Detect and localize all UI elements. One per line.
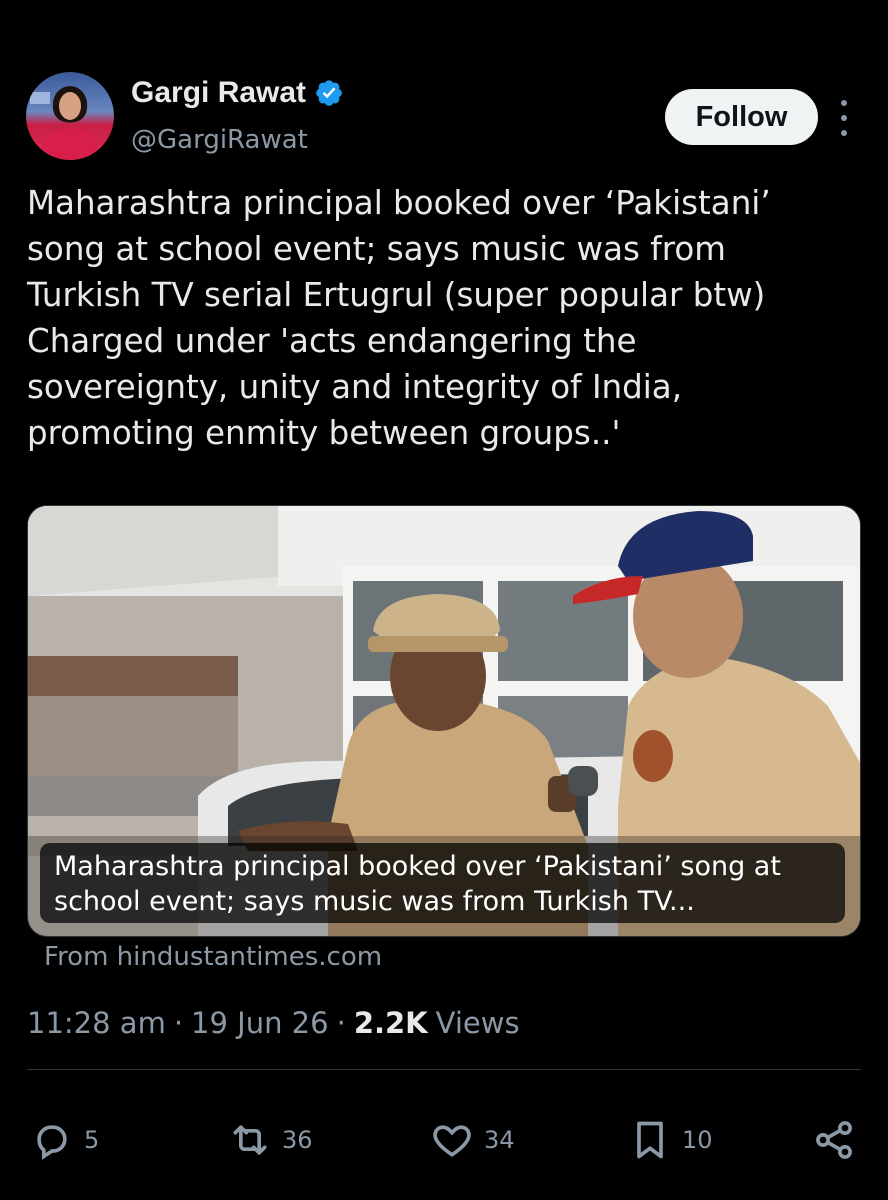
author-name-row: Gargi Rawat — [131, 76, 344, 110]
tweet-date[interactable]: 19 Jun 26 — [191, 1006, 329, 1040]
more-dot — [841, 100, 847, 106]
verified-badge-icon — [316, 80, 342, 106]
avatar-shoulders — [40, 128, 100, 160]
avatar-background — [30, 92, 50, 104]
repost-count: 36 — [282, 1126, 313, 1154]
author-handle[interactable]: @GargiRawat — [131, 125, 308, 155]
meta-separator: · — [173, 1006, 184, 1040]
like-button[interactable]: 34 — [430, 1110, 515, 1170]
caption-line-2: school event; says music was from Turkis… — [54, 886, 695, 917]
action-bar: 5 36 34 10 — [0, 1110, 888, 1170]
views-count: 2.2K — [353, 1006, 428, 1040]
tweet-time[interactable]: 11:28 am — [27, 1006, 166, 1040]
meta-separator: · — [336, 1006, 346, 1040]
link-card-caption[interactable]: Maharashtra principal booked over ‘Pakis… — [40, 843, 845, 923]
more-options-icon[interactable] — [836, 100, 852, 136]
reply-icon — [37, 1125, 67, 1160]
reply-button[interactable]: 5 — [30, 1110, 99, 1170]
repost-icon — [233, 1125, 267, 1155]
bookmark-count: 10 — [682, 1126, 713, 1154]
author-avatar[interactable] — [26, 72, 114, 160]
share-button[interactable] — [812, 1110, 856, 1170]
more-dot — [841, 130, 847, 136]
bookmark-button[interactable]: 10 — [628, 1110, 713, 1170]
divider — [27, 1069, 861, 1070]
more-dot — [841, 115, 847, 121]
heart-icon — [433, 1125, 471, 1157]
link-source[interactable]: From hindustantimes.com — [44, 942, 382, 972]
caption-line-1: Maharashtra principal booked over ‘Pakis… — [54, 851, 781, 882]
like-count: 34 — [484, 1126, 515, 1154]
tweet-text: Maharashtra principal booked over ‘Pakis… — [27, 184, 771, 452]
author-name[interactable]: Gargi Rawat — [131, 76, 306, 110]
tweet-meta: 11:28 am · 19 Jun 26 · 2.2K Views — [27, 1006, 520, 1040]
link-card[interactable]: Maharashtra principal booked over ‘Pakis… — [27, 505, 861, 937]
repost-button[interactable]: 36 — [228, 1110, 313, 1170]
views-label: Views — [435, 1006, 520, 1040]
reply-count: 5 — [84, 1126, 100, 1154]
bookmark-icon — [637, 1121, 663, 1159]
share-icon — [816, 1121, 852, 1159]
follow-button[interactable]: Follow — [665, 89, 818, 145]
avatar-face — [59, 92, 81, 120]
